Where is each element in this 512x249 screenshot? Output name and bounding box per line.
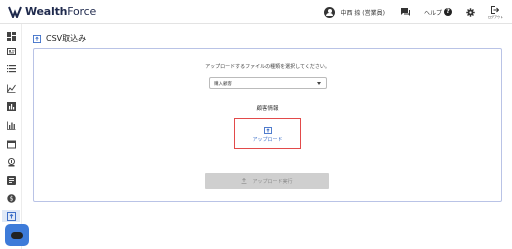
dashboard-icon	[6, 31, 16, 41]
sidebar-item-dashboard[interactable]	[5, 30, 17, 42]
logout-icon	[491, 5, 500, 14]
svg-text:$: $	[9, 195, 13, 202]
page-title-text: CSV取込み	[46, 34, 87, 43]
sidebar-item-window[interactable]	[5, 138, 17, 150]
sidebar-item-money[interactable]	[5, 156, 17, 168]
sidebar-item-list[interactable]	[5, 62, 17, 74]
file-type-instruction: アップロードするファイルの種類を選択してください。	[205, 64, 330, 70]
line-chart-icon	[6, 84, 16, 93]
file-type-selected-value: 購入顧客	[214, 82, 232, 87]
sidebar-item-csv-import[interactable]	[2, 210, 20, 222]
sidebar-item-analytics[interactable]	[5, 119, 17, 131]
page-title: CSV取込み	[33, 33, 86, 44]
upload-file-icon	[33, 34, 41, 43]
money-icon	[7, 157, 15, 166]
header-actions: 中西 捺 (営業員) ヘルプ ? ログアウト	[324, 0, 512, 24]
gear-icon[interactable]	[466, 7, 475, 17]
logo-text-part2: Force	[67, 5, 97, 18]
sidebar-item-trend[interactable]	[5, 82, 17, 94]
upload-file-icon	[6, 211, 16, 221]
help-label[interactable]: ヘルプ	[424, 8, 442, 17]
sidebar: $	[0, 24, 22, 249]
upload-button[interactable]: アップロード	[234, 118, 301, 149]
chevron-down-icon	[317, 82, 321, 85]
upload-label: アップロード	[252, 137, 283, 143]
execute-upload-button[interactable]: アップロード実行	[205, 173, 329, 189]
chat-bubble-icon	[11, 231, 23, 239]
bar-chart-outline-icon	[6, 121, 15, 130]
chat-widget-button[interactable]	[5, 224, 29, 246]
csv-import-card: アップロードするファイルの種類を選択してください。 購入顧客 顧客情報 アップロ…	[33, 48, 502, 202]
bar-chart-icon	[6, 101, 16, 111]
upload-arrow-icon	[241, 178, 247, 184]
section-label: 顧客情報	[256, 106, 279, 112]
window-icon	[6, 140, 16, 148]
report-icon	[6, 175, 16, 185]
execute-upload-label: アップロード実行	[252, 178, 293, 185]
help-icon[interactable]: ?	[443, 8, 452, 16]
file-type-select[interactable]: 購入顧客	[209, 77, 327, 89]
logout-button[interactable]: ログアウト	[487, 5, 503, 19]
app-logo[interactable]: WealthForce	[8, 5, 96, 18]
logo-text: WealthForce	[25, 5, 96, 18]
contact-card-icon	[6, 47, 16, 55]
sidebar-item-stats[interactable]	[5, 100, 17, 112]
logo-text-part1: Wealth	[25, 5, 68, 18]
sidebar-item-report[interactable]	[5, 174, 17, 186]
user-name[interactable]: 中西 捺 (営業員)	[340, 8, 385, 17]
list-icon	[6, 64, 16, 72]
dollar-icon: $	[6, 193, 16, 203]
sidebar-item-billing[interactable]: $	[5, 192, 17, 204]
top-bar: WealthForce 中西 捺 (営業員) ヘルプ ? ログアウト	[0, 0, 512, 24]
logout-label: ログアウト	[487, 14, 503, 19]
user-avatar-icon[interactable]	[324, 6, 336, 18]
logo-mark-icon	[8, 6, 22, 18]
upload-icon	[264, 127, 272, 134]
chat-icon[interactable]	[400, 8, 410, 16]
sidebar-item-contacts[interactable]	[5, 45, 17, 57]
